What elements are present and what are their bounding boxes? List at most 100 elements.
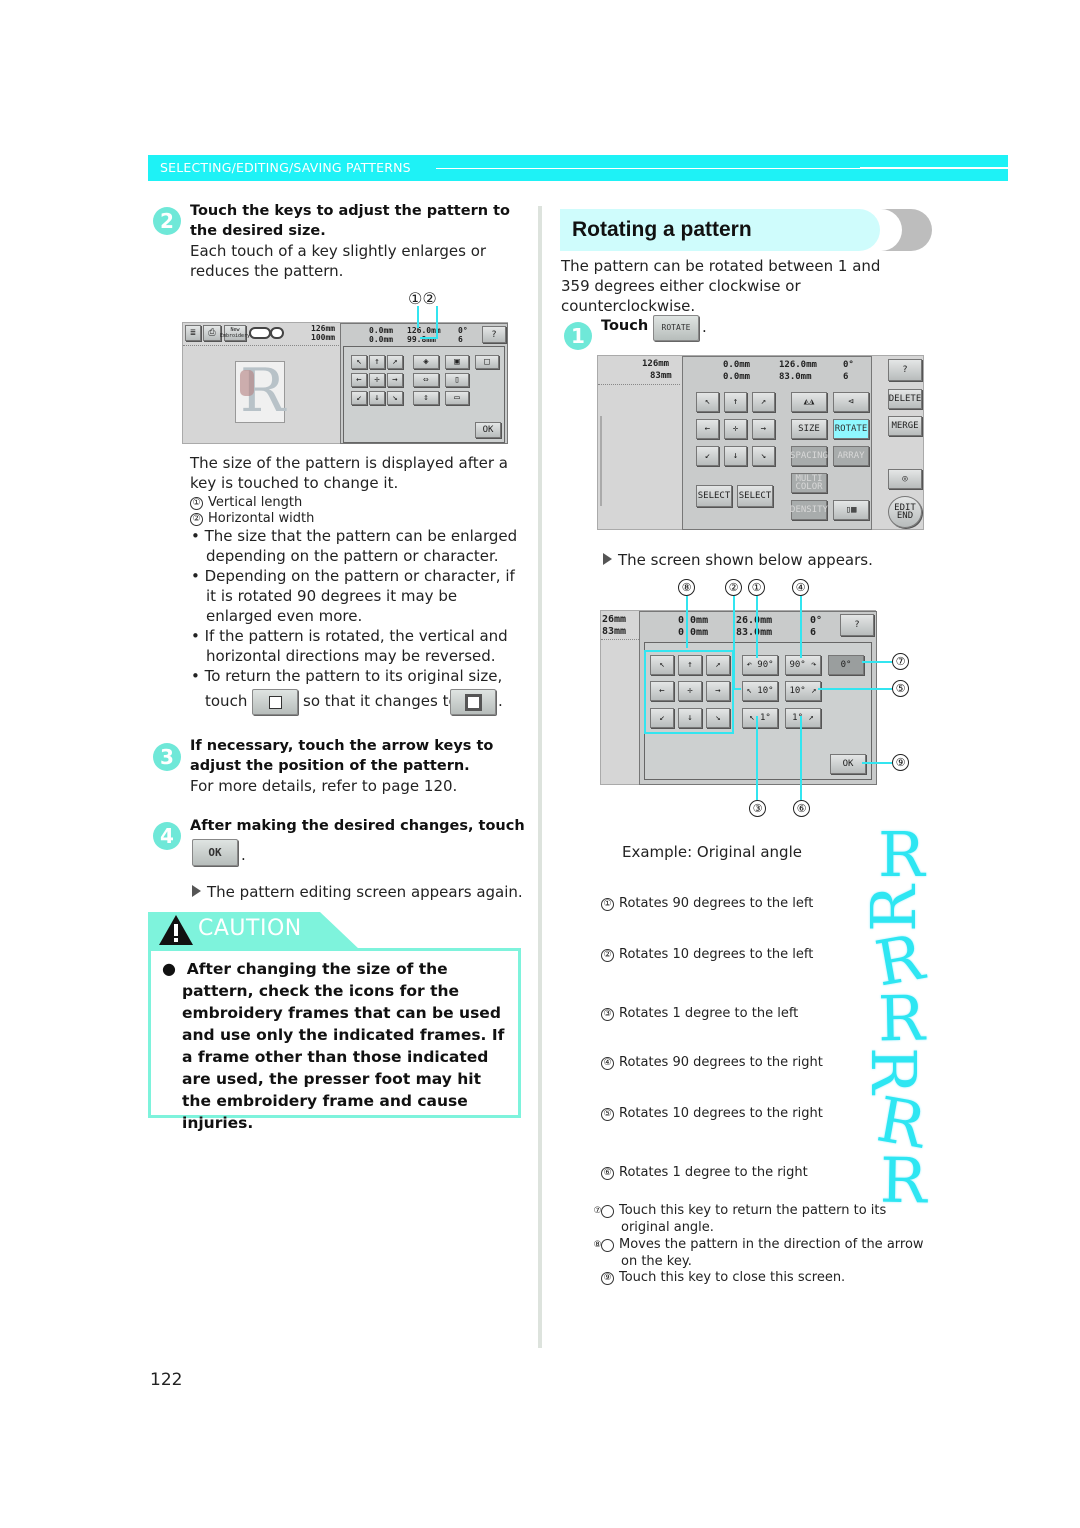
caution-text: ● After changing the size of the pattern… xyxy=(162,959,505,1132)
move-left-button[interactable]: ← xyxy=(696,419,719,439)
step-2-badge: 2 xyxy=(153,207,181,235)
original-size-button[interactable]: □ xyxy=(475,355,499,369)
size-button[interactable]: SIZE xyxy=(791,419,827,439)
flip-button[interactable]: ⊲ xyxy=(833,392,869,412)
move-left-button[interactable]: ← xyxy=(650,681,674,701)
merge-button[interactable]: MERGE xyxy=(888,416,922,436)
move-down-right-button[interactable]: ↘ xyxy=(387,391,403,405)
move-down-left-button[interactable]: ↙ xyxy=(351,391,367,405)
move-right-button[interactable]: → xyxy=(387,373,403,387)
move-down-button[interactable]: ↓ xyxy=(678,708,702,728)
color-count: 6 xyxy=(843,372,849,382)
move-center-button[interactable]: ✛ xyxy=(369,373,385,387)
legend-item: ③ Rotates 1 degree to the left xyxy=(601,1006,798,1022)
note-item: • The size that the pattern can be enlar… xyxy=(191,527,518,565)
help-button[interactable]: ? xyxy=(840,614,874,636)
thread-color-button[interactable]: ▯▦ xyxy=(833,500,869,520)
stretch-horizontal-button[interactable]: ▭ xyxy=(445,391,469,405)
move-right-button[interactable]: → xyxy=(706,681,730,701)
size-callout-numbers: ①② xyxy=(408,289,437,308)
move-up-button[interactable]: ↑ xyxy=(724,392,747,412)
length-horizontal: 83.0mm xyxy=(779,372,812,382)
reduce-width-button[interactable]: ⇔ xyxy=(413,373,439,387)
original-size-key-off xyxy=(252,689,298,715)
rotate-button[interactable]: ROTATE xyxy=(833,419,869,439)
move-center-button[interactable]: ✛ xyxy=(678,681,702,701)
period: . xyxy=(498,692,503,710)
multi-color-button[interactable]: MULTI COLOR xyxy=(791,473,827,493)
pattern-height: 126mm xyxy=(642,359,670,369)
new-embroidery-button[interactable]: New Embroidery xyxy=(220,325,250,341)
period: . xyxy=(702,318,707,336)
move-up-right-button[interactable]: ↗ xyxy=(387,355,403,369)
rotate-left-90-button[interactable]: ↶ 90° xyxy=(742,655,778,675)
legend-horizontal-width: ② Horizontal width xyxy=(190,511,314,527)
angle-value: 0° xyxy=(810,615,823,626)
spacing-button[interactable]: SPACING xyxy=(790,446,828,466)
color-count: 6 xyxy=(458,335,463,344)
help-button[interactable]: ? xyxy=(482,326,506,343)
callout-2: ② xyxy=(725,579,742,596)
edit-screen: 126mm 83mm 0.0mm 0.0mm 126.0mm 83.0mm 0°… xyxy=(597,355,924,530)
stretch-vertical-button[interactable]: ▯ xyxy=(445,373,469,387)
legend-number: ② xyxy=(190,513,203,526)
size-display-note: The size of the pattern is displayed aft… xyxy=(190,454,508,492)
reset-angle-button[interactable]: 0° xyxy=(828,655,864,675)
move-up-right-button[interactable]: ↗ xyxy=(706,655,730,675)
frame-icon-medium xyxy=(270,327,284,339)
move-right-button[interactable]: → xyxy=(752,419,775,439)
rotate-right-1-button[interactable]: 1° ↗ xyxy=(785,708,821,728)
length-vertical: 126.0mm xyxy=(779,360,817,370)
move-up-right-button[interactable]: ↗ xyxy=(752,392,775,412)
step-4-result: The pattern editing screen appears again… xyxy=(192,882,523,902)
shrink-all-button[interactable]: ▣ xyxy=(445,355,469,369)
delete-button[interactable]: DELETE xyxy=(888,389,922,409)
rotate-ok-button[interactable]: OK xyxy=(830,754,866,774)
frame-view-button[interactable]: ◎ xyxy=(888,469,922,489)
move-up-left-button[interactable]: ↖ xyxy=(696,392,719,412)
move-down-right-button[interactable]: ↘ xyxy=(752,446,775,466)
enlarge-button[interactable]: ◈ xyxy=(413,355,439,369)
screen-appears-text: The screen shown below appears. xyxy=(603,550,873,570)
density-button[interactable]: DENSITY xyxy=(790,500,828,520)
touch-word: touch xyxy=(205,692,248,710)
section-title: Rotating a pattern xyxy=(572,218,752,241)
example-r-right-1: R xyxy=(879,1143,928,1218)
pattern-width: 83mm xyxy=(650,371,672,381)
legend-item: ⑥ Rotates 1 degree to the right xyxy=(601,1165,808,1181)
help-button[interactable]: ? xyxy=(888,359,922,381)
move-down-button[interactable]: ↓ xyxy=(724,446,747,466)
move-center-button[interactable]: ✛ xyxy=(724,419,747,439)
angle-value: 0° xyxy=(843,360,854,370)
size-ok-button[interactable]: OK xyxy=(475,422,501,438)
rotate-right-90-button[interactable]: 90° ↷ xyxy=(785,655,821,675)
move-down-button[interactable]: ↓ xyxy=(369,391,385,405)
move-up-button[interactable]: ↑ xyxy=(678,655,702,675)
rotate-left-1-button[interactable]: ↖ 1° xyxy=(742,708,778,728)
rotate-left-10-button[interactable]: ↖ 10° xyxy=(742,681,778,701)
mirror-button[interactable]: ◭◮ xyxy=(791,392,827,412)
legend-item: ⑤ Rotates 10 degrees to the right xyxy=(601,1106,823,1122)
select-next-button[interactable]: SELECT xyxy=(737,485,773,507)
move-up-left-button[interactable]: ↖ xyxy=(351,355,367,369)
rotate-intro: The pattern can be rotated between 1 and… xyxy=(561,257,881,315)
step-2-body: Each touch of a key slightly enlarges or… xyxy=(190,242,487,280)
move-down-right-button[interactable]: ↘ xyxy=(706,708,730,728)
move-down-left-button[interactable]: ↙ xyxy=(650,708,674,728)
page-number: 122 xyxy=(150,1370,183,1390)
rotate-right-10-button[interactable]: 10° ↗ xyxy=(785,681,821,701)
legend-item: ⑧ Moves the pattern in the direction of t… xyxy=(593,1237,924,1269)
step-2-heading: Touch the keys to adjust the pattern to … xyxy=(190,203,510,239)
list-icon[interactable]: ≣ xyxy=(185,325,201,341)
move-up-button[interactable]: ↑ xyxy=(369,355,385,369)
move-up-left-button[interactable]: ↖ xyxy=(650,655,674,675)
move-left-button[interactable]: ← xyxy=(351,373,367,387)
step-3-badge: 3 xyxy=(153,743,181,771)
step-1-touch: Touch xyxy=(601,318,649,334)
reduce-button[interactable]: ⇕ xyxy=(413,391,439,405)
edit-end-button[interactable]: EDIT END xyxy=(888,496,922,528)
array-button[interactable]: ARRAY xyxy=(833,446,869,466)
select-prev-button[interactable]: SELECT xyxy=(696,485,732,507)
print-help-icon[interactable]: ⎙ xyxy=(203,325,221,341)
move-down-left-button[interactable]: ↙ xyxy=(696,446,719,466)
